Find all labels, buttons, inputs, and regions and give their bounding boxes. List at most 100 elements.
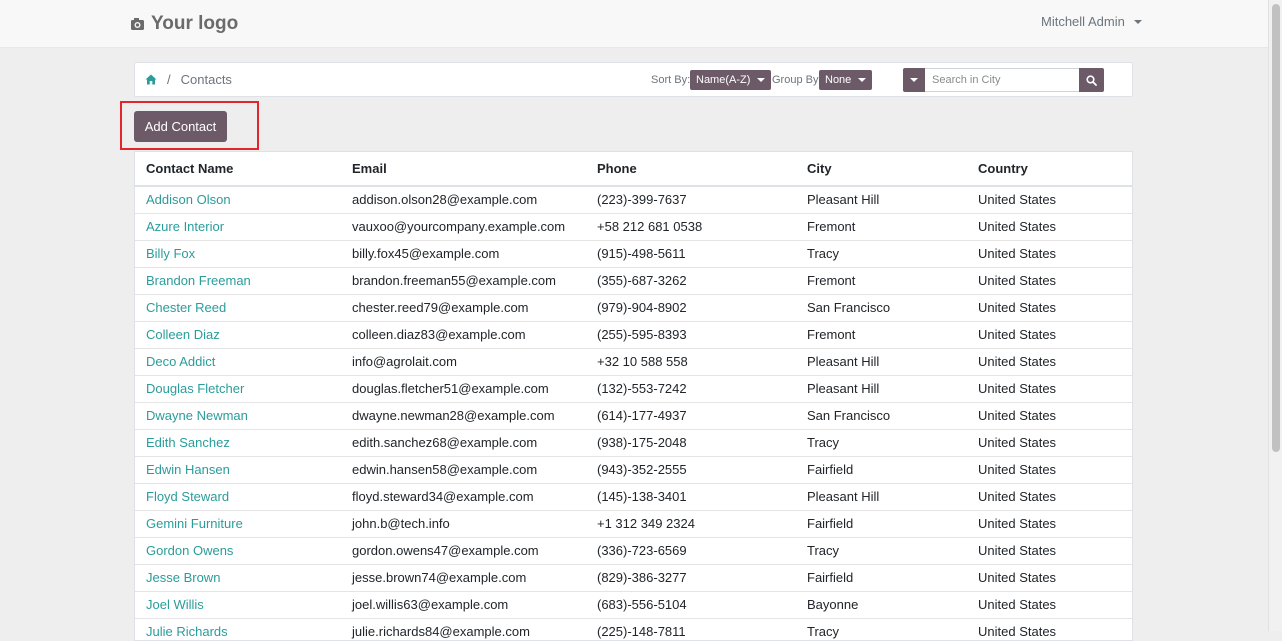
home-icon[interactable]: [145, 74, 157, 85]
add-contact-button[interactable]: Add Contact: [134, 111, 227, 142]
column-header: Contact Name: [135, 152, 341, 187]
top-navbar: Your logo Mitchell Admin: [0, 0, 1268, 48]
contact-name-link[interactable]: Billy Fox: [146, 246, 195, 261]
table-cell: Joel Willis: [135, 590, 341, 618]
table-row: Gordon Owens gordon.owens47@example.com (3…: [135, 536, 1132, 564]
table-cell: jesse.brown74@example.com: [341, 563, 586, 591]
contact-name-link[interactable]: Dwayne Newman: [146, 408, 248, 423]
table-cell: (225)-148-7811: [586, 617, 796, 640]
contact-name-link[interactable]: Floyd Steward: [146, 489, 229, 504]
table-cell: Pleasant Hill: [807, 192, 880, 208]
search-input[interactable]: [925, 68, 1079, 92]
table-cell: (132)-553-7242: [586, 374, 796, 402]
logo-text: Your logo: [151, 13, 239, 34]
table-cell: (943)-352-2555: [586, 455, 796, 483]
table-cell: info@agrolait.com: [341, 347, 586, 375]
table-cell: United States: [967, 401, 1132, 429]
table-cell: Edwin Hansen: [135, 455, 341, 483]
table-cell: (915)-498-5611: [586, 239, 796, 267]
table-cell: Fairfield: [796, 509, 967, 537]
contacts-table: Contact Name Email Phone City Country Addiso…: [135, 152, 1132, 640]
company-logo[interactable]: Your logo: [130, 12, 238, 36]
contact-name-link[interactable]: Edith Sanchez: [146, 435, 230, 450]
table-cell: john.b@tech.info: [341, 509, 586, 537]
table-row: Edwin Hansen edwin.hansen58@example.com (9…: [135, 455, 1132, 483]
breadcrumb-toolbar: / Contacts Sort By: Name(A-Z) Group By: …: [134, 62, 1133, 97]
group-by-dropdown[interactable]: None: [819, 70, 873, 90]
table-cell: United States: [967, 482, 1132, 510]
contact-name-link[interactable]: Gemini Furniture: [146, 516, 243, 531]
caret-down-icon: [757, 78, 766, 82]
table-cell: United States: [967, 293, 1132, 321]
table-cell: (336)-723-6569: [586, 536, 796, 564]
table-cell: United States: [967, 374, 1132, 402]
contacts-table-container: Contact Name Email Phone City Country Addiso…: [134, 151, 1133, 641]
table-cell: Chester Reed: [135, 293, 341, 321]
contact-name-link[interactable]: Brandon Freeman: [146, 273, 251, 288]
table-cell: United States: [967, 428, 1132, 456]
table-cell: Gordon Owens: [135, 536, 341, 564]
table-cell: Fremont: [796, 266, 967, 294]
table-cell: Pleasant Hill: [796, 374, 967, 402]
table-cell: gordon.owens47@example.com: [341, 536, 586, 564]
table-cell: United States: [967, 590, 1132, 618]
table-cell: Pleasant Hill: [796, 482, 967, 510]
breadcrumb-current: Contacts: [180, 72, 232, 87]
search-filter-toggle[interactable]: [903, 68, 925, 92]
table-cell: Jesse Brown: [135, 563, 341, 591]
group-by-label: Group By:: [772, 74, 822, 86]
contact-name-link[interactable]: Edwin Hansen: [146, 462, 230, 477]
search-group: [903, 68, 1104, 92]
table-cell: Dwayne Newman: [135, 401, 341, 429]
table-cell: vauxoo@yourcompany.example.com: [341, 212, 586, 240]
table-cell: San Francisco: [796, 293, 967, 321]
contact-name-link[interactable]: Jesse Brown: [146, 570, 220, 585]
table-cell: Azure Interior: [135, 212, 341, 240]
contact-name-link[interactable]: Azure Interior: [146, 219, 224, 234]
table-cell: Floyd Steward: [135, 482, 341, 510]
column-header: Country: [967, 152, 1132, 187]
table-cell: United States: [967, 563, 1132, 591]
table-cell: United States: [967, 509, 1132, 537]
table-cell: (683)-556-5104: [586, 590, 796, 618]
contact-name-link[interactable]: Deco Addict: [146, 354, 215, 369]
table-cell: edwin.hansen58@example.com: [341, 455, 586, 483]
table-row: Billy Fox billy.fox45@example.com (915)-49…: [135, 239, 1132, 267]
contact-name-link[interactable]: Gordon Owens: [146, 543, 233, 558]
contact-name-link[interactable]: Joel Willis: [146, 597, 204, 612]
table-cell: Bayonne: [796, 590, 967, 618]
table-cell: billy.fox45@example.com: [341, 239, 586, 267]
contact-name-link[interactable]: Colleen Diaz: [146, 327, 220, 342]
caret-down-icon: [1133, 19, 1142, 24]
table-header-row: Contact Name Email Phone City Country: [135, 152, 1132, 187]
table-cell: joel.willis63@example.com: [341, 590, 586, 618]
table-cell: colleen.diaz83@example.com: [341, 320, 586, 348]
sort-by-dropdown[interactable]: Name(A-Z): [690, 70, 772, 90]
contact-name-link[interactable]: Addison Olson: [146, 192, 231, 207]
table-cell: +58 212 681 0538: [586, 212, 796, 240]
table-cell: San Francisco: [796, 401, 967, 429]
table-cell: (355)-687-3262: [586, 266, 796, 294]
table-cell: United States: [967, 212, 1132, 240]
page-scrollbar[interactable]: [1268, 0, 1282, 631]
table-cell: (829)-386-3277: [586, 563, 796, 591]
table-cell: Billy Fox: [135, 239, 341, 267]
table-row: Azure Interior vauxoo@yourcompany.example…: [135, 212, 1132, 240]
table-row: Douglas Fletcher douglas.fletcher51@examp…: [135, 374, 1132, 402]
search-button[interactable]: [1079, 68, 1104, 92]
table-cell: douglas.fletcher51@example.com: [341, 374, 586, 402]
table-row: Dwayne Newman dwayne.newman28@example.com…: [135, 401, 1132, 429]
table-cell: Colleen Diaz: [135, 320, 341, 348]
table-cell: dwayne.newman28@example.com: [341, 401, 586, 429]
contact-name-link[interactable]: Julie Richards: [146, 624, 228, 639]
table-cell: Julie Richards: [135, 617, 341, 640]
table-cell: Tracy: [796, 617, 967, 640]
contact-name-link[interactable]: Chester Reed: [146, 300, 226, 315]
user-menu[interactable]: Mitchell Admin: [1041, 14, 1142, 29]
table-cell: +1 312 349 2324: [586, 509, 796, 537]
search-icon: [1086, 74, 1097, 86]
scrollbar-thumb[interactable]: [1272, 4, 1280, 452]
table-cell: United States: [967, 347, 1132, 375]
contact-name-link[interactable]: Douglas Fletcher: [146, 381, 244, 396]
table-cell: United States: [967, 455, 1132, 483]
